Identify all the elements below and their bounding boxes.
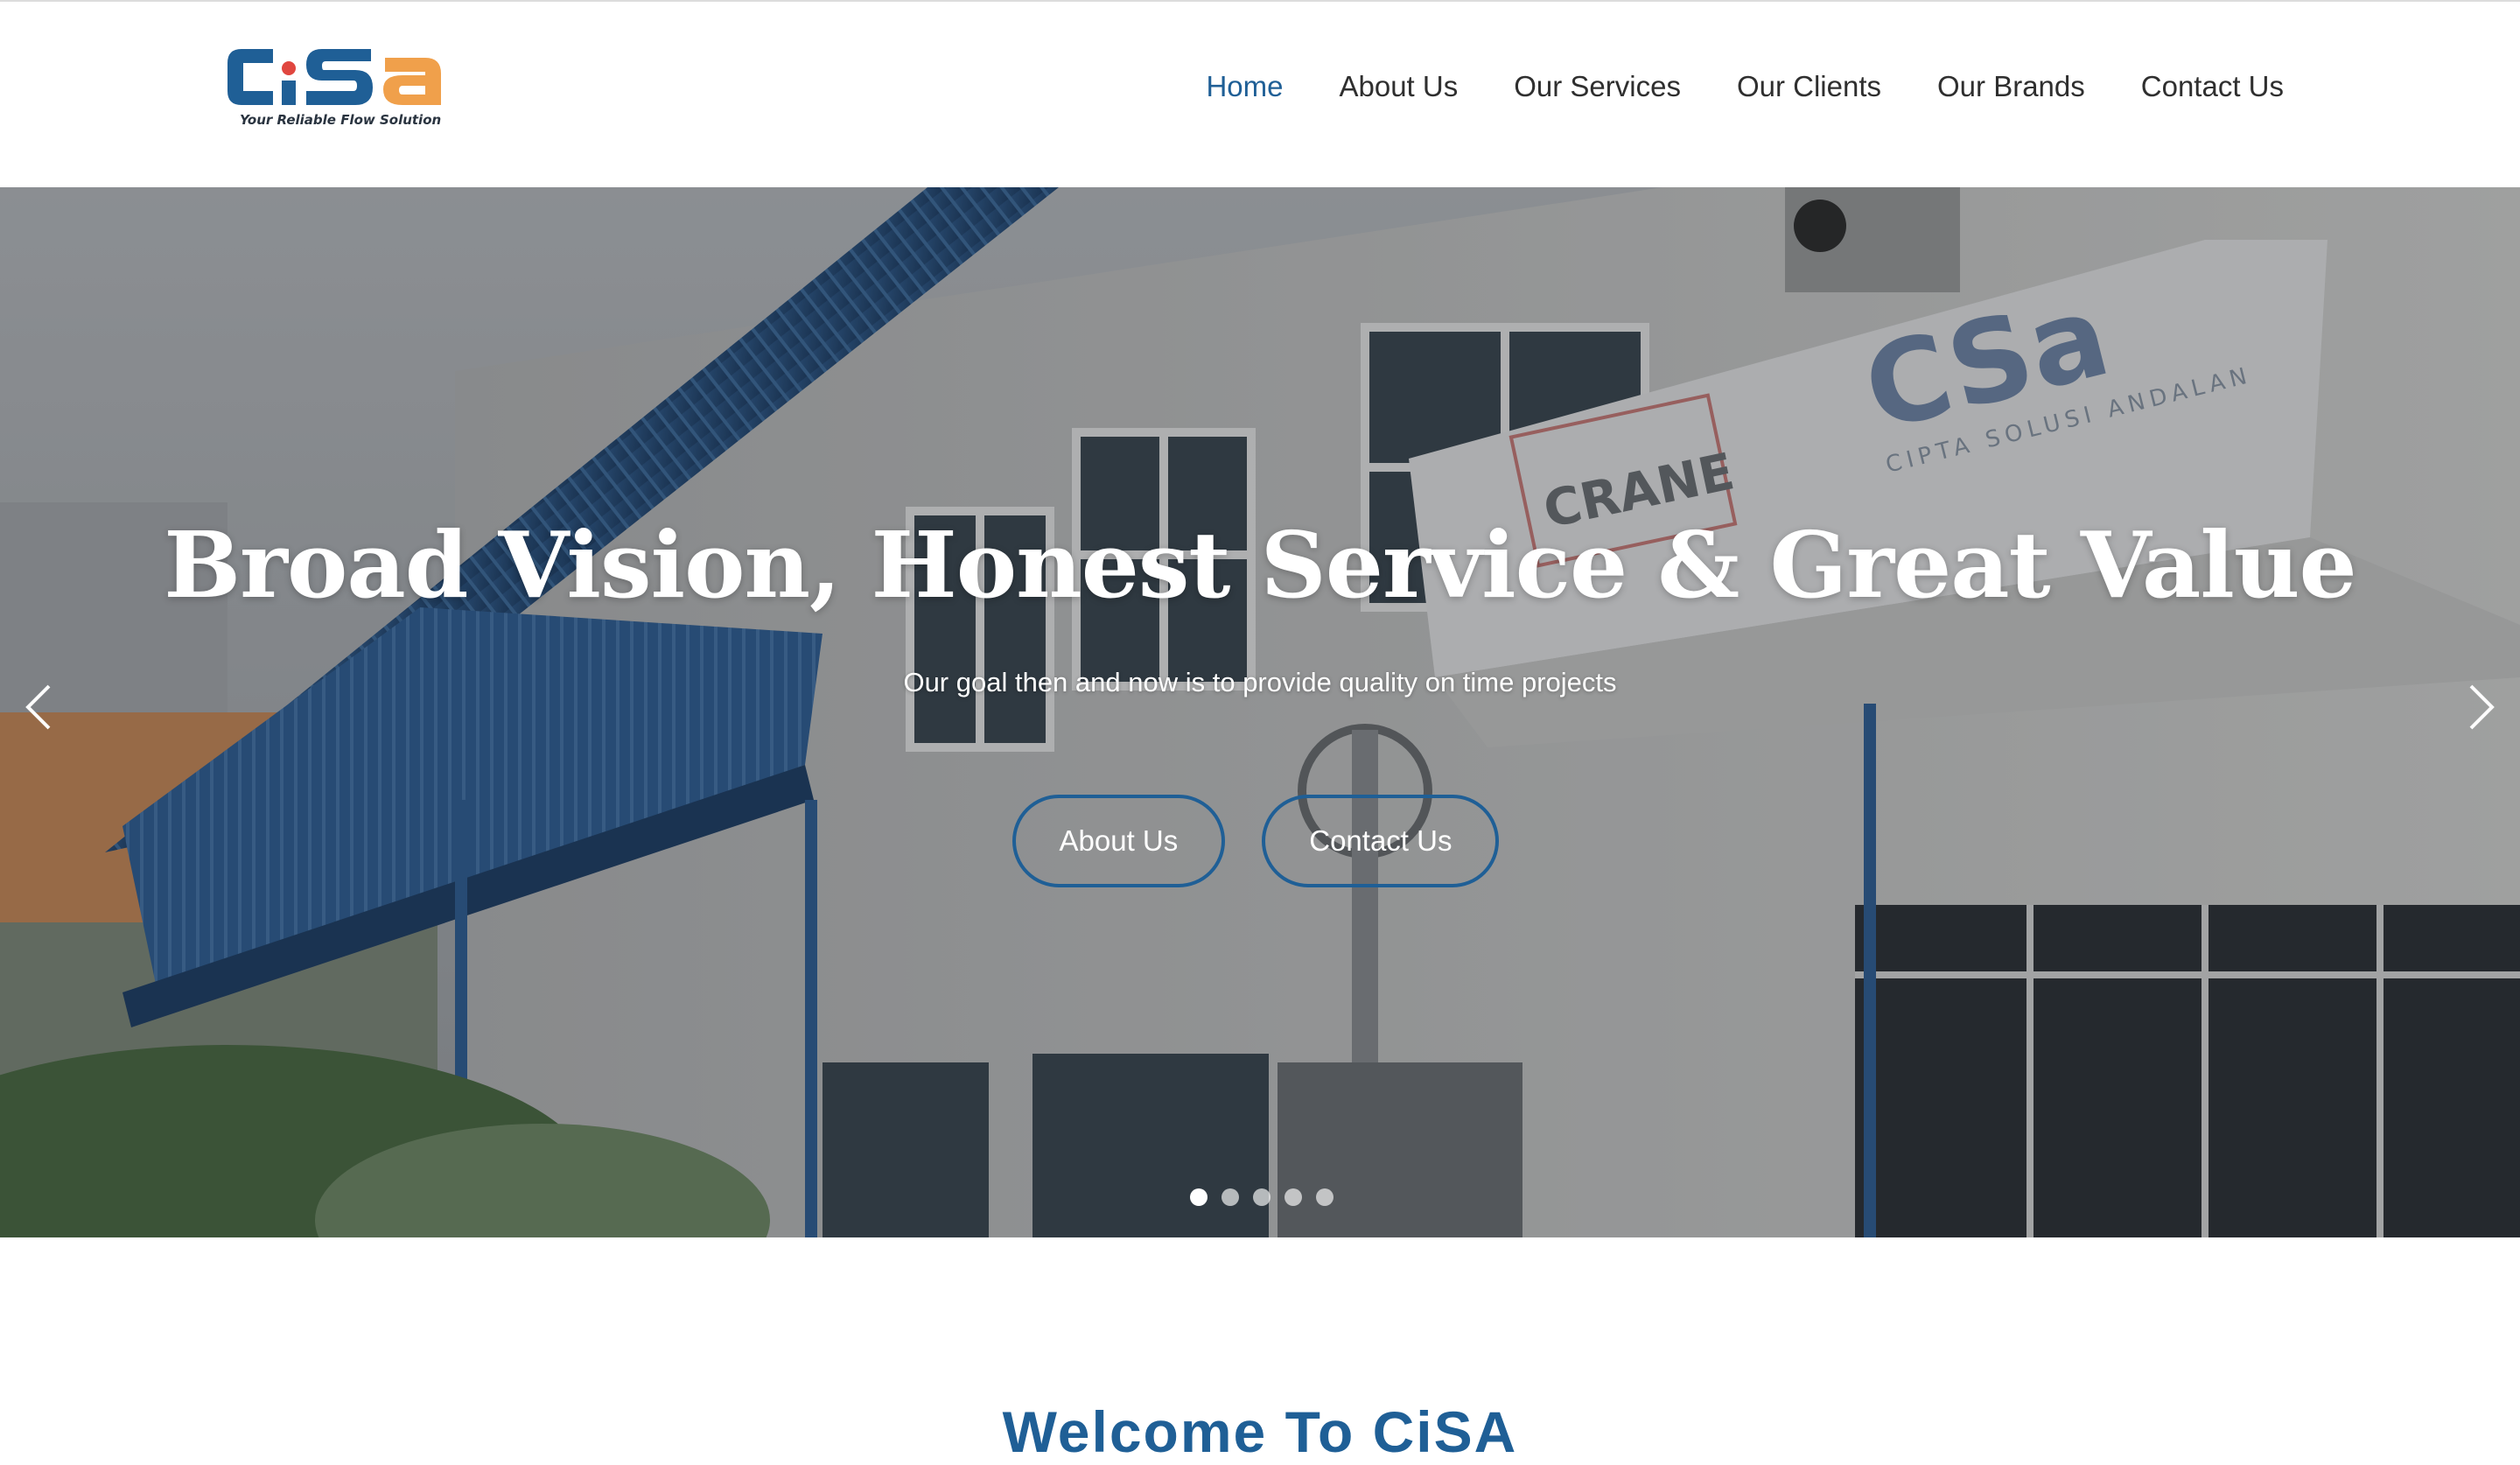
nav-contact-us[interactable]: Contact Us bbox=[2141, 70, 2284, 103]
slider-dot-1[interactable] bbox=[1190, 1188, 1208, 1206]
hero-contact-us-button[interactable]: Contact Us bbox=[1262, 795, 1500, 887]
logo-mark bbox=[228, 49, 441, 105]
hero-about-us-button[interactable]: About Us bbox=[1012, 795, 1226, 887]
slider-dot-5[interactable] bbox=[1316, 1188, 1334, 1206]
nav-home[interactable]: Home bbox=[1206, 70, 1283, 103]
nav-about-us[interactable]: About Us bbox=[1339, 70, 1458, 103]
logo-tagline: Your Reliable Flow Solution bbox=[240, 112, 442, 128]
hero-subtitle: Our goal then and now is to provide qual… bbox=[903, 667, 1617, 697]
slider-dots bbox=[0, 1188, 2520, 1206]
slider-dot-2[interactable] bbox=[1222, 1188, 1239, 1206]
logo[interactable]: Your Reliable Flow Solution bbox=[222, 42, 444, 133]
chevron-left-icon bbox=[25, 684, 51, 730]
hero-slider: CRANE CSa CIPTA SOLUSI ANDALAN Broad Vis… bbox=[0, 187, 2520, 1237]
chevron-right-icon bbox=[2469, 684, 2495, 730]
hero-buttons: About Us Contact Us bbox=[0, 795, 2520, 887]
slider-dot-4[interactable] bbox=[1284, 1188, 1302, 1206]
nav-our-brands[interactable]: Our Brands bbox=[1937, 70, 2085, 103]
nav-our-clients[interactable]: Our Clients bbox=[1737, 70, 1881, 103]
hero-overlay bbox=[0, 187, 2520, 1237]
slider-prev-button[interactable] bbox=[19, 681, 58, 733]
nav-our-services[interactable]: Our Services bbox=[1514, 70, 1681, 103]
slider-dot-3[interactable] bbox=[1253, 1188, 1270, 1206]
hero-title: Broad Vision, Honest Service & Great Val… bbox=[164, 511, 2356, 619]
main-nav: Home About Us Our Services Our Clients O… bbox=[1206, 70, 2284, 103]
welcome-title: Welcome To CiSA bbox=[1002, 1399, 1518, 1464]
site-header: Your Reliable Flow Solution Home About U… bbox=[0, 0, 2520, 187]
slider-next-button[interactable] bbox=[2462, 681, 2501, 733]
